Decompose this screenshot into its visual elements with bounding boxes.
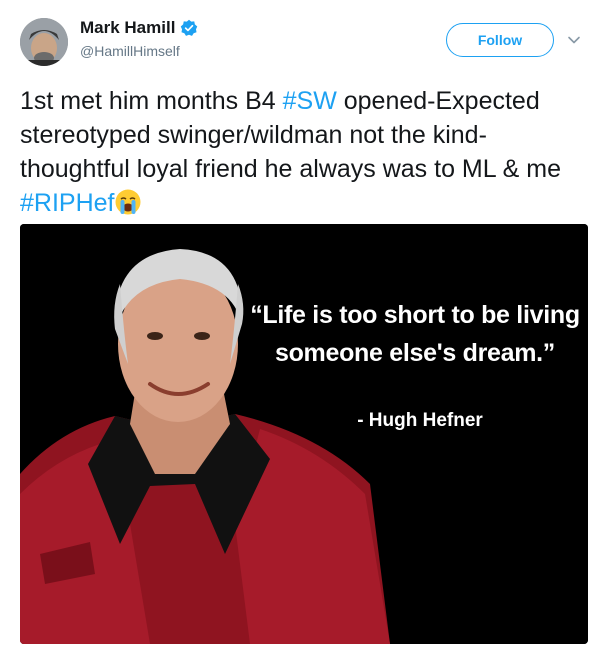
- avatar[interactable]: [20, 18, 68, 66]
- tweet-image[interactable]: “Life is too short to be living someone …: [20, 224, 588, 644]
- quote-line: someone else's dream.”: [274, 339, 556, 367]
- quote-text: “Life is too short to be living someone …: [245, 296, 585, 372]
- quote-attribution: - Hugh Hefner: [357, 410, 483, 431]
- hashtag-link[interactable]: #RIPHef: [20, 189, 114, 217]
- tweet-text: 1st met him months B4 #SW opened-Expecte…: [20, 84, 585, 220]
- user-handle[interactable]: @HamillHimself: [80, 43, 180, 59]
- verified-badge-icon: [181, 19, 198, 36]
- hashtag-link[interactable]: #SW: [283, 87, 337, 115]
- tweet-text-part: 1st met him months B4: [20, 87, 283, 115]
- tweet-header: Mark Hamill @HamillHimself Follow: [0, 0, 600, 80]
- chevron-down-icon[interactable]: [567, 33, 581, 47]
- follow-button[interactable]: Follow: [446, 23, 554, 57]
- name-line: Mark Hamill: [80, 18, 198, 38]
- crying-face-emoji: [115, 189, 141, 215]
- display-name[interactable]: Mark Hamill: [80, 18, 175, 38]
- portrait-illustration: [20, 224, 588, 644]
- quote-line: “Life is too short to be living: [250, 301, 580, 329]
